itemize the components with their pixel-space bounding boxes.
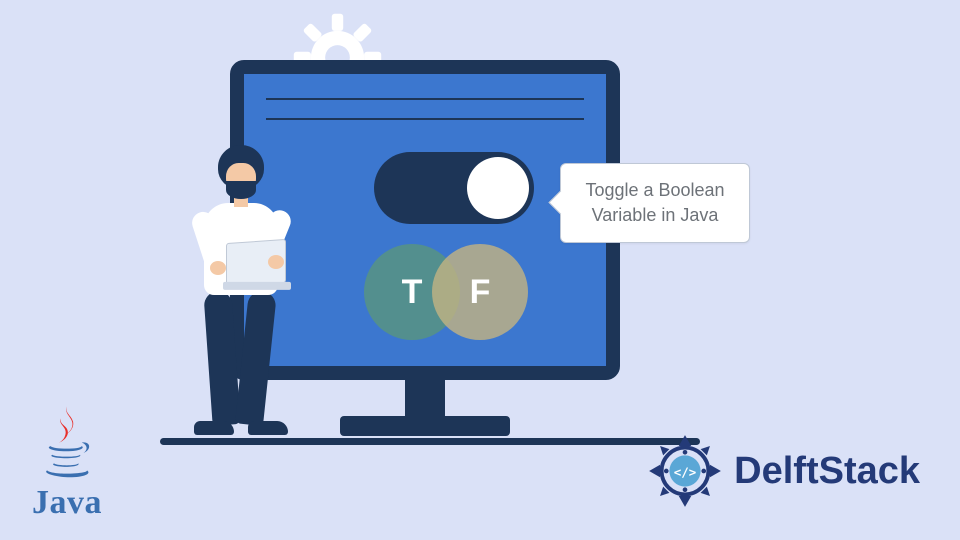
venn-false-label: F: [470, 273, 491, 312]
screen-divider: [266, 118, 584, 120]
java-logo: Java: [32, 401, 102, 522]
delftstack-emblem-icon: </>: [646, 432, 724, 510]
monitor-base: [340, 416, 510, 436]
person-hand: [268, 255, 284, 269]
person-foot: [194, 421, 234, 435]
monitor-neck: [405, 380, 445, 420]
person-beard: [226, 181, 256, 199]
venn-false-circle: F: [432, 244, 528, 340]
java-wordmark: Java: [32, 484, 102, 522]
person-hand: [210, 261, 226, 275]
person-leg: [235, 290, 277, 426]
venn-diagram-icon: T F: [364, 244, 544, 344]
java-cup-icon: [32, 401, 102, 479]
person-leg: [203, 290, 240, 426]
delftstack-wordmark: DelftStack: [734, 450, 920, 493]
title-callout: Toggle a Boolean Variable in Java: [560, 163, 750, 243]
person-illustration: [170, 145, 300, 445]
toggle-switch-icon: [374, 152, 534, 224]
callout-line2: Variable in Java: [573, 203, 737, 228]
toggle-knob: [467, 157, 529, 219]
venn-true-label: T: [402, 273, 423, 312]
callout-line1: Toggle a Boolean: [573, 178, 737, 203]
svg-text:</>: </>: [674, 464, 697, 479]
person-foot: [248, 421, 288, 435]
delftstack-logo: </> DelftStack: [646, 432, 920, 510]
screen-divider: [266, 98, 584, 100]
